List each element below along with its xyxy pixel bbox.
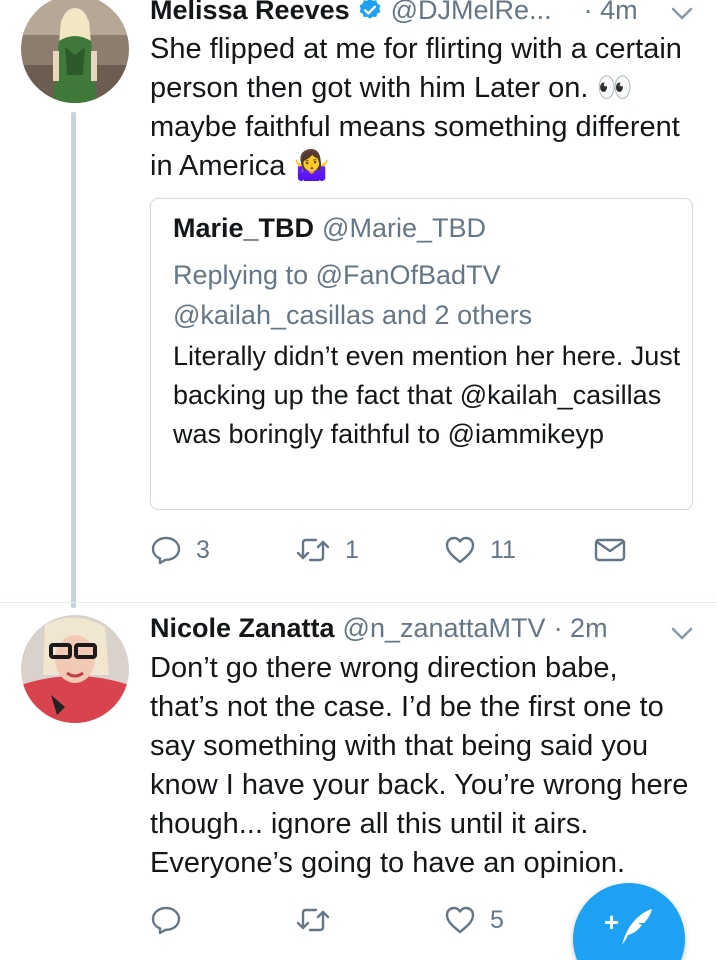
replying-to-others[interactable]: @kailah_casillas and 2 others <box>173 300 532 330</box>
like-button[interactable]: 11 <box>444 530 516 570</box>
message-icon <box>594 537 626 563</box>
replying-to-mention[interactable]: @FanOfBadTV <box>316 260 501 290</box>
retweet-count: 1 <box>345 535 359 564</box>
replying-to-line: Replying to @FanOfBadTV @kailah_casillas… <box>173 255 673 335</box>
retweet-button[interactable] <box>295 900 345 940</box>
tweet-header: Melissa Reeves @DJMelRe... · 4m <box>150 0 710 30</box>
like-count: 11 <box>490 535 516 564</box>
chevron-down-icon[interactable] <box>671 624 693 644</box>
like-icon <box>444 535 476 565</box>
timestamp[interactable]: · 4m <box>584 0 638 26</box>
quoted-display-name: Marie_TBD <box>173 213 315 243</box>
replying-to-prefix: Replying to <box>173 260 316 290</box>
retweet-button[interactable]: 1 <box>295 530 359 570</box>
retweet-icon <box>295 536 331 564</box>
like-count: 5 <box>490 905 504 934</box>
verified-badge-icon <box>357 0 383 23</box>
tweet-header: Nicole Zanatta @n_zanattaMTV · 2m <box>150 608 670 648</box>
tweet-actions: 3 1 11 <box>150 530 650 570</box>
timeline: Melissa Reeves @DJMelRe... · 4m She flip… <box>0 0 717 960</box>
display-name[interactable]: Melissa Reeves <box>150 0 350 26</box>
tweet-text: Don’t go there wrong direction babe, tha… <box>150 652 689 879</box>
reply-button[interactable]: 3 <box>150 530 210 570</box>
quoted-tweet[interactable]: Marie_TBD @Marie_TBD Replying to @FanOfBa… <box>150 198 693 510</box>
quoted-tweet-header: Marie_TBD @Marie_TBD <box>173 213 486 244</box>
quoted-user-handle: @Marie_TBD <box>322 213 486 243</box>
avatar[interactable] <box>21 615 129 723</box>
compose-plus-glyph: + <box>604 907 619 937</box>
retweet-icon <box>295 906 331 934</box>
direct-message-button[interactable] <box>594 530 626 570</box>
compose-feather-icon: + <box>602 907 656 952</box>
quoted-tweet-text: Literally didn’t even mention her here. … <box>173 341 681 449</box>
chevron-down-icon[interactable] <box>671 4 693 24</box>
user-handle[interactable]: @DJMelRe... <box>391 0 552 26</box>
reply-count: 3 <box>196 535 210 564</box>
like-icon <box>444 905 476 935</box>
user-handle[interactable]: @n_zanattaMTV <box>343 613 546 644</box>
display-name[interactable]: Nicole Zanatta <box>150 613 335 644</box>
compose-tweet-button[interactable]: + <box>573 883 685 960</box>
avatar[interactable] <box>21 0 129 103</box>
timestamp[interactable]: · 2m <box>554 613 608 644</box>
thread-connector-line <box>71 112 76 608</box>
tweet-divider <box>0 602 717 603</box>
tweet-text: She flipped at me for flirting with a ce… <box>150 33 682 182</box>
like-button[interactable]: 5 <box>444 900 504 940</box>
reply-icon <box>150 535 182 565</box>
reply-icon <box>150 905 182 935</box>
reply-button[interactable] <box>150 900 196 940</box>
